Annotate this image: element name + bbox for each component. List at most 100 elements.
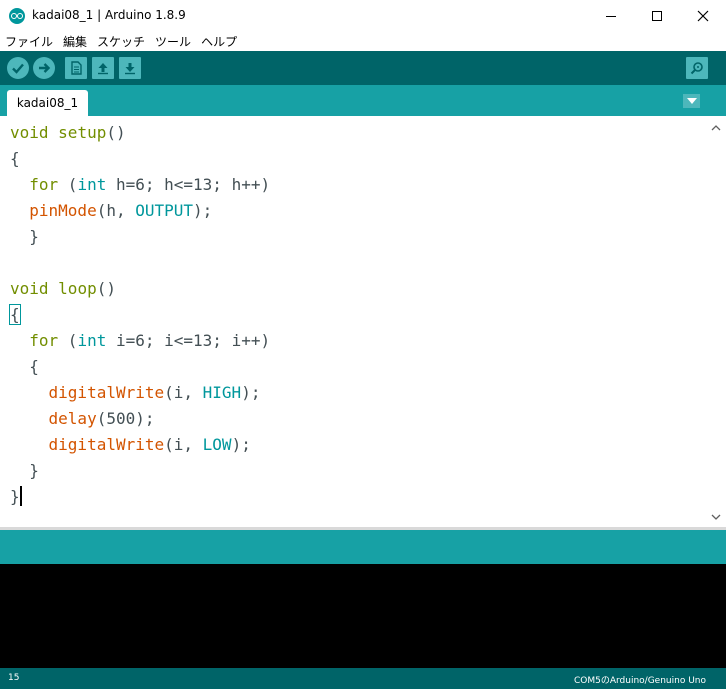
toolbar <box>0 51 726 85</box>
code-line: digitalWrite(i, LOW); <box>10 432 270 458</box>
code-token: { <box>10 149 20 168</box>
board-port-label: COM5のArduino/Genuino Uno <box>573 676 706 686</box>
code-token: } <box>10 461 39 480</box>
code-token: ); <box>231 435 251 454</box>
code-line: } <box>10 484 270 510</box>
code-line: } <box>10 224 270 250</box>
menu-tools[interactable]: ツール <box>150 33 196 50</box>
verify-icon <box>12 63 24 74</box>
menu-file[interactable]: ファイル <box>0 33 58 50</box>
code-token: ); <box>193 201 213 220</box>
chevron-up-icon <box>711 124 721 130</box>
code-token: i=6; i<=13; i++) <box>106 331 271 350</box>
code-editor[interactable]: void setup(){ for (int h=6; h<=13; h++) … <box>0 116 726 527</box>
code-area[interactable]: void setup(){ for (int h=6; h<=13; h++) … <box>9 120 270 510</box>
chevron-down-icon <box>686 98 697 104</box>
tab-menu-button[interactable] <box>683 94 700 108</box>
menu-bar: ファイル 編集 スケッチ ツール ヘルプ <box>0 32 726 51</box>
open-button[interactable] <box>92 57 114 79</box>
serial-monitor-button[interactable] <box>686 57 708 79</box>
code-token: void <box>10 279 49 298</box>
code-token: () <box>96 279 116 298</box>
code-token: HIGH <box>202 383 242 402</box>
code-token: digitalWrite <box>48 435 165 454</box>
code-token: (500); <box>96 409 155 428</box>
upload-icon <box>39 63 51 73</box>
code-token: h=6; h<=13; h++) <box>106 175 271 194</box>
code-token: loop <box>58 279 97 298</box>
save-button[interactable] <box>119 57 141 79</box>
code-line: delay(500); <box>10 406 270 432</box>
minimize-button[interactable] <box>588 0 634 32</box>
code-token: ( <box>58 175 78 194</box>
scroll-up-button[interactable] <box>709 120 723 134</box>
code-token: OUTPUT <box>135 201 194 220</box>
code-token: { <box>9 304 21 325</box>
save-icon <box>125 63 135 75</box>
tab-strip: kadai08_1 <box>0 85 726 116</box>
serial-monitor-icon <box>690 62 703 75</box>
open-icon <box>98 63 108 75</box>
title-bar: kadai08_1 | Arduino 1.8.9 <box>0 0 726 32</box>
tab-kadai08-1[interactable]: kadai08_1 <box>7 90 88 116</box>
menu-edit[interactable]: 編集 <box>58 33 92 50</box>
code-token: ( <box>58 331 78 350</box>
upload-button[interactable] <box>33 57 55 79</box>
maximize-button[interactable] <box>634 0 680 32</box>
code-line: { <box>10 354 270 380</box>
code-token: } <box>10 227 39 246</box>
code-token: digitalWrite <box>48 383 165 402</box>
code-line: void setup() <box>10 120 270 146</box>
code-line: for (int i=6; i<=13; i++) <box>10 328 270 354</box>
code-line: { <box>10 146 270 172</box>
code-token: pinMode <box>29 201 97 220</box>
code-token: (i, <box>164 435 203 454</box>
menu-help[interactable]: ヘルプ <box>196 33 242 50</box>
code-token: (i, <box>164 383 203 402</box>
code-line: pinMode(h, OUTPUT); <box>10 198 270 224</box>
new-icon <box>71 61 82 75</box>
code-token: LOW <box>202 435 232 454</box>
code-token: int <box>77 331 107 350</box>
minimize-icon <box>606 15 616 17</box>
code-token: (h, <box>96 201 136 220</box>
line-number: 15 <box>8 673 20 683</box>
code-line: } <box>10 458 270 484</box>
code-token: () <box>106 123 126 142</box>
arduino-logo-icon <box>9 8 25 24</box>
code-token: { <box>10 357 39 376</box>
verify-button[interactable] <box>7 57 29 79</box>
code-token: int <box>77 175 107 194</box>
code-token: setup <box>58 123 107 142</box>
code-line: digitalWrite(i, HIGH); <box>10 380 270 406</box>
close-icon <box>697 10 709 22</box>
code-token: delay <box>48 409 97 428</box>
code-line: { <box>9 302 270 328</box>
code-token: } <box>10 487 20 506</box>
code-line: void loop() <box>10 276 270 302</box>
menu-sketch[interactable]: スケッチ <box>92 33 150 50</box>
code-token: void <box>10 123 49 142</box>
window-title: kadai08_1 | Arduino 1.8.9 <box>32 8 186 22</box>
maximize-icon <box>652 11 662 21</box>
footer-status-bar: 15 COM5のArduino/Genuino Uno <box>0 668 726 689</box>
code-line: for (int h=6; h<=13; h++) <box>10 172 270 198</box>
scroll-down-button[interactable] <box>709 510 723 524</box>
new-sketch-button[interactable] <box>65 57 87 79</box>
chevron-down-icon <box>711 514 721 520</box>
message-area <box>0 530 726 564</box>
text-caret <box>19 486 22 506</box>
console-output[interactable] <box>0 564 726 668</box>
code-token: ); <box>241 383 261 402</box>
close-button[interactable] <box>680 0 726 32</box>
code-token: for <box>29 331 59 350</box>
